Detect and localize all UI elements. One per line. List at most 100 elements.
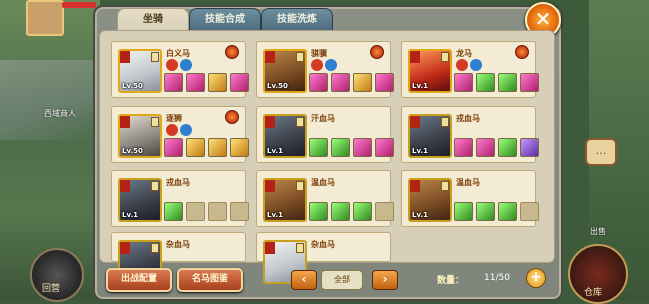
skill-icon[interactable]: [309, 138, 328, 157]
horse-name: 龙马: [456, 49, 472, 58]
horse-name: 逐狮: [166, 114, 182, 123]
horse-portrait[interactable]: Lv.1: [408, 114, 452, 158]
skill-icon[interactable]: [331, 73, 350, 92]
skill-icon[interactable]: [164, 73, 183, 92]
mount-card[interactable]: 杂血马: [111, 232, 246, 284]
skill-icon[interactable]: [476, 138, 495, 157]
mount-card[interactable]: Lv.1 戎血马: [111, 170, 249, 227]
skill-icon[interactable]: [454, 202, 473, 221]
skill-icon[interactable]: [353, 138, 372, 157]
horse-level: Lv.1: [267, 147, 283, 155]
mount-card[interactable]: 杂血马: [256, 232, 391, 284]
battle-config-button[interactable]: 出战配置: [106, 268, 172, 292]
skill-icon[interactable]: [498, 202, 517, 221]
mount-card[interactable]: Lv.1 戎血马: [401, 106, 539, 163]
horse-gallery-button[interactable]: 名马图鉴: [177, 268, 243, 292]
slot-icon: [296, 243, 304, 253]
horse-portrait[interactable]: Lv.50: [118, 49, 162, 93]
skill-slots: [454, 202, 539, 221]
skill-slots: [164, 202, 249, 221]
lock-icon: [265, 180, 275, 192]
skill-icon[interactable]: [520, 138, 539, 157]
horse-name: 戎血马: [456, 114, 480, 123]
horse-portrait[interactable]: Lv.1: [118, 178, 162, 222]
back-camp-button[interactable]: 回营: [30, 248, 84, 302]
horse-level: Lv.1: [412, 82, 428, 90]
tab-skill-combine[interactable]: 技能合成: [189, 8, 261, 32]
skill-icon[interactable]: [498, 73, 517, 92]
slot-icon: [296, 52, 304, 62]
add-capacity-button[interactable]: +: [526, 268, 546, 288]
skill-icon[interactable]: [230, 73, 249, 92]
skill-icon[interactable]: [164, 138, 183, 157]
skill-icon[interactable]: [476, 202, 495, 221]
horse-level: Lv.50: [122, 147, 143, 155]
empty-skill-slot[interactable]: [520, 202, 539, 221]
attribute-tag-icon: [180, 124, 192, 136]
slot-icon: [151, 243, 159, 253]
health-bar: [62, 2, 96, 8]
next-page-button[interactable]: ›: [372, 270, 398, 290]
slot-icon: [441, 117, 449, 127]
skill-icon[interactable]: [476, 73, 495, 92]
attribute-tag-icon: [166, 124, 178, 136]
mount-card[interactable]: Lv.1 温血马: [401, 170, 539, 227]
element-icon: [515, 45, 529, 59]
skill-icon[interactable]: [230, 138, 249, 157]
skill-icon[interactable]: [375, 73, 394, 92]
horse-level: Lv.1: [412, 211, 428, 219]
lock-icon: [120, 51, 130, 63]
skill-icon[interactable]: [353, 202, 372, 221]
attribute-tag-icon: [166, 59, 178, 71]
skill-icon[interactable]: [520, 73, 539, 92]
horse-portrait[interactable]: Lv.50: [118, 114, 162, 158]
empty-skill-slot[interactable]: [186, 202, 205, 221]
mount-card[interactable]: Lv.50 白义马: [111, 41, 249, 98]
skill-icon[interactable]: [186, 73, 205, 92]
mount-card[interactable]: Lv.50 逐狮: [111, 106, 249, 163]
horse-name: 温血马: [311, 178, 335, 187]
horse-portrait[interactable]: Lv.1: [263, 114, 307, 158]
lock-icon: [410, 51, 420, 63]
map-road: [0, 60, 100, 140]
mount-card[interactable]: Lv.1 汗血马: [256, 106, 394, 163]
horse-portrait[interactable]: Lv.50: [263, 49, 307, 93]
chat-icon[interactable]: …: [585, 138, 617, 166]
skill-icon[interactable]: [454, 138, 473, 157]
skill-icon[interactable]: [498, 138, 517, 157]
mount-card[interactable]: Lv.1 温血马: [256, 170, 394, 227]
horse-name: 汗血马: [311, 114, 335, 123]
horse-portrait[interactable]: Lv.1: [408, 49, 452, 93]
skill-icon[interactable]: [353, 73, 372, 92]
skill-icon[interactable]: [454, 73, 473, 92]
lock-icon: [120, 116, 130, 128]
player-avatar[interactable]: [26, 0, 64, 36]
horse-portrait[interactable]: Lv.1: [408, 178, 452, 222]
prev-page-button[interactable]: ‹: [291, 270, 317, 290]
skill-icon[interactable]: [309, 202, 328, 221]
skill-icon[interactable]: [208, 73, 227, 92]
lock-icon: [265, 242, 275, 254]
empty-skill-slot[interactable]: [230, 202, 249, 221]
mount-card[interactable]: Lv.50 骐骥: [256, 41, 394, 98]
horse-name: 白义马: [166, 49, 190, 58]
tab-mount[interactable]: 坐骑: [117, 8, 189, 32]
back-camp-label: 回营: [42, 284, 61, 294]
page-select[interactable]: 全部: [321, 270, 363, 290]
empty-skill-slot[interactable]: [208, 202, 227, 221]
skill-icon[interactable]: [375, 138, 394, 157]
skill-slots: [309, 73, 394, 92]
skill-icon[interactable]: [309, 73, 328, 92]
tab-skill-refine[interactable]: 技能洗炼: [261, 8, 333, 32]
skill-icon[interactable]: [331, 138, 350, 157]
mount-card[interactable]: Lv.1 龙马: [401, 41, 539, 98]
empty-skill-slot[interactable]: [375, 202, 394, 221]
skill-icon[interactable]: [331, 202, 350, 221]
warehouse-button[interactable]: 仓库: [568, 244, 628, 304]
skill-icon[interactable]: [186, 138, 205, 157]
skill-icon[interactable]: [208, 138, 227, 157]
horse-portrait[interactable]: Lv.1: [263, 178, 307, 222]
skill-icon[interactable]: [164, 202, 183, 221]
horse-name: 杂血马: [311, 240, 335, 249]
attribute-tag-icon: [325, 59, 337, 71]
